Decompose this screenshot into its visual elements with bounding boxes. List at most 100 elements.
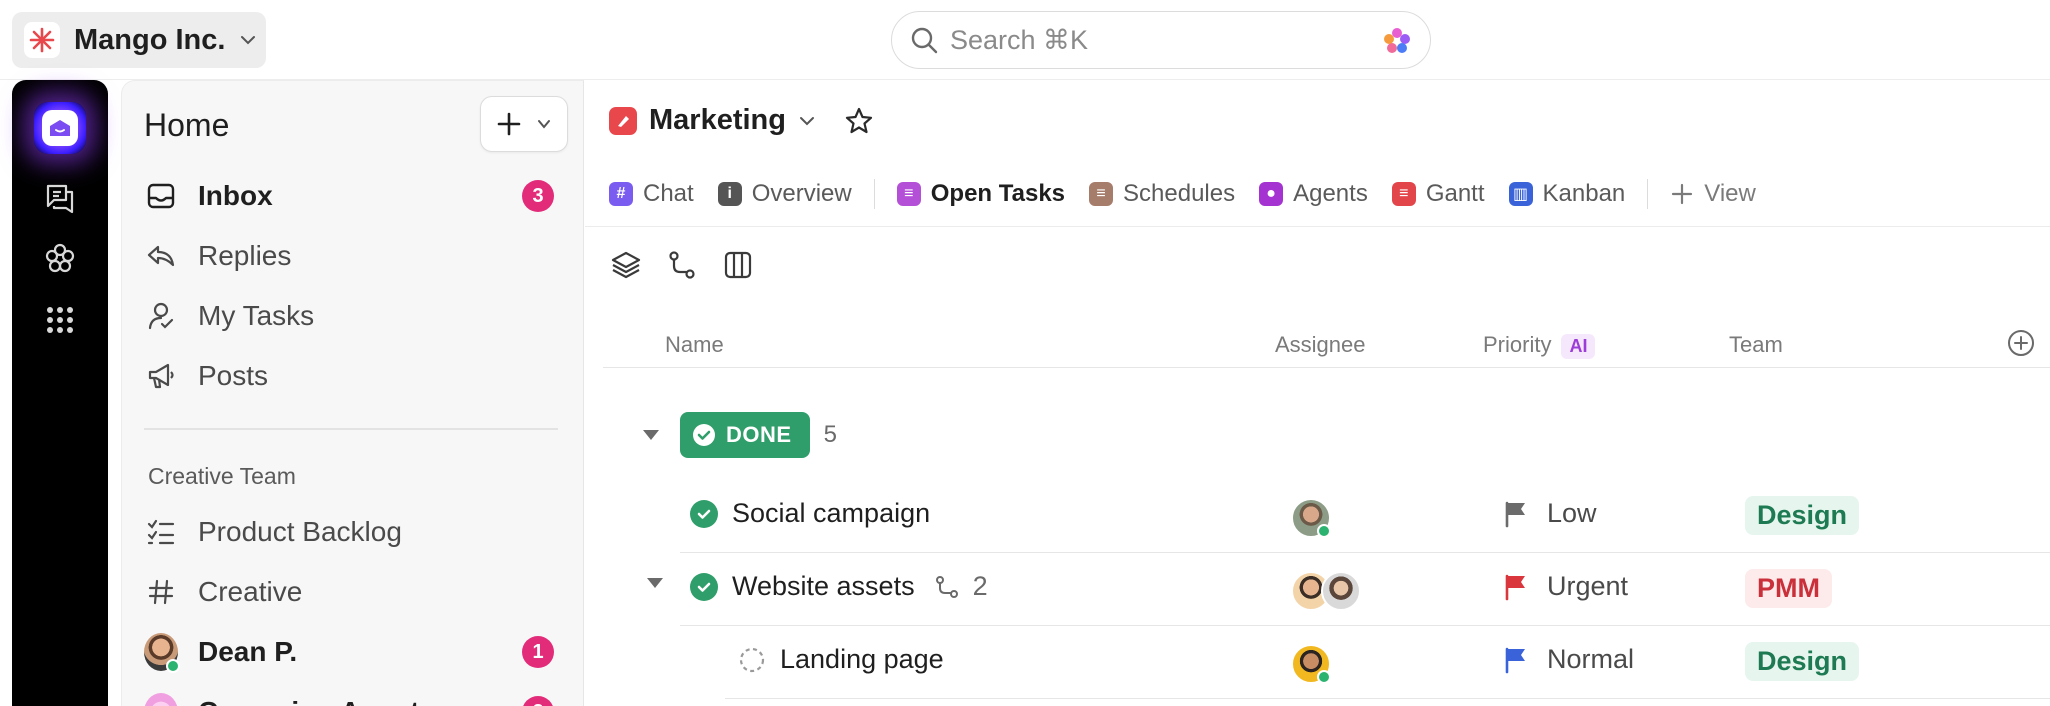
- sidebar-item-my-tasks[interactable]: My Tasks: [144, 293, 554, 339]
- tabs-divider: [585, 226, 2050, 227]
- agents-tab-icon: ●: [1259, 182, 1284, 206]
- table-row[interactable]: Social campaign Low Design: [585, 480, 2050, 552]
- status-group-header[interactable]: DONE 5: [680, 412, 837, 458]
- column-header-priority[interactable]: Priority AI: [1483, 332, 1596, 359]
- workspace-logo-icon: [24, 22, 60, 58]
- sidebar-item-replies[interactable]: Replies: [144, 233, 554, 279]
- unread-count-badge: 3: [522, 180, 554, 212]
- search-icon: [911, 27, 938, 54]
- search-bar[interactable]: Search ⌘K: [891, 11, 1431, 69]
- chevron-down-icon: [241, 36, 256, 45]
- tab-schedules[interactable]: ≡ Schedules: [1089, 180, 1235, 208]
- task-done-icon[interactable]: [690, 572, 718, 601]
- priority-label: Normal: [1547, 644, 1635, 674]
- avatar: [1291, 644, 1331, 684]
- sidebar-item-label: Replies: [198, 240, 292, 271]
- sidebar-item-label: Campaign Agent: [198, 696, 419, 706]
- status-badge: DONE: [680, 412, 810, 458]
- collapse-group-icon[interactable]: [643, 430, 659, 440]
- agent-avatar: [144, 693, 178, 706]
- table-row[interactable]: Landing page Normal Design: [585, 626, 2050, 698]
- apps-grid-icon[interactable]: [42, 302, 78, 338]
- subtasks-icon[interactable]: [665, 248, 699, 282]
- sidebar-item-inbox[interactable]: Inbox 3: [144, 173, 554, 219]
- avatar: [1291, 498, 1331, 538]
- tab-label: Open Tasks: [930, 180, 1066, 207]
- ai-brain-icon[interactable]: [1382, 26, 1412, 56]
- tab-label: View: [1704, 180, 1756, 207]
- priority-cell[interactable]: Urgent: [1503, 571, 1628, 602]
- list-tab-icon: ≡: [896, 182, 921, 206]
- chat-icon[interactable]: [42, 180, 78, 216]
- home-rail-button[interactable]: [34, 102, 86, 154]
- task-open-status-icon[interactable]: [738, 646, 766, 674]
- unread-count-badge: 2: [522, 696, 554, 706]
- sidebar-item-creative[interactable]: Creative: [144, 569, 554, 615]
- subtasks-icon: [935, 575, 958, 598]
- tab-chat[interactable]: # Chat: [609, 180, 694, 208]
- top-bar: Mango Inc. Search ⌘K: [0, 0, 2050, 80]
- tab-kanban[interactable]: ▥ Kanban: [1508, 180, 1625, 208]
- online-status-dot: [1317, 524, 1331, 538]
- sidebar-item-posts[interactable]: Posts: [144, 353, 554, 399]
- tab-open-tasks[interactable]: ≡ Open Tasks: [896, 180, 1066, 208]
- sidebar-item-label: Posts: [198, 360, 269, 391]
- plus-icon: [497, 112, 521, 136]
- inbox-icon: [144, 179, 178, 213]
- task-name-cell[interactable]: Landing page: [738, 644, 944, 675]
- megaphone-icon: [144, 359, 178, 393]
- breadcrumb[interactable]: Marketing: [609, 104, 874, 137]
- add-column-icon[interactable]: [2006, 328, 2036, 358]
- star-icon[interactable]: [844, 106, 874, 136]
- assignee-cell[interactable]: [1291, 644, 1331, 684]
- assignee-cell[interactable]: [1291, 571, 1361, 611]
- sidebar-item-label: Creative: [198, 576, 303, 607]
- sidebar-section-title: Creative Team: [148, 463, 296, 489]
- column-header-assignee[interactable]: Assignee: [1275, 332, 1366, 358]
- tab-gantt[interactable]: ≡ Gantt: [1391, 180, 1485, 208]
- task-done-icon[interactable]: [690, 499, 718, 528]
- team-tag[interactable]: Design: [1745, 642, 1860, 681]
- tab-divider: [873, 179, 875, 209]
- tab-overview[interactable]: i Overview: [717, 180, 852, 208]
- sidebar-title: Home: [144, 107, 230, 143]
- tab-label: Chat: [643, 180, 694, 207]
- team-tag[interactable]: Design: [1745, 496, 1860, 535]
- gantt-tab-icon: ≡: [1391, 182, 1416, 206]
- sidebar-item-label: My Tasks: [198, 300, 315, 331]
- avatar: [144, 633, 180, 673]
- columns-icon[interactable]: [721, 248, 755, 282]
- create-button[interactable]: [480, 96, 568, 152]
- sidebar-item-campaign-agent[interactable]: Campaign Agent 2: [144, 689, 554, 706]
- task-name-cell[interactable]: Website assets 2: [690, 571, 988, 602]
- reply-icon: [144, 239, 178, 273]
- tab-agents[interactable]: ● Agents: [1259, 180, 1368, 208]
- column-header-name[interactable]: Name: [665, 332, 724, 358]
- sidebar-item-dean[interactable]: Dean P. 1: [144, 629, 554, 675]
- sidebar-divider: [144, 428, 558, 430]
- workspace-switcher[interactable]: Mango Inc.: [12, 12, 266, 68]
- team-tag[interactable]: PMM: [1745, 569, 1832, 608]
- search-placeholder: Search ⌘K: [950, 24, 1089, 55]
- task-name-cell[interactable]: Social campaign: [690, 498, 930, 529]
- overview-tab-icon: i: [717, 182, 742, 206]
- layers-icon[interactable]: [609, 248, 643, 282]
- add-view-button[interactable]: View: [1670, 180, 1756, 208]
- tab-divider: [1647, 179, 1649, 209]
- sidebar-item-product-backlog[interactable]: Product Backlog: [144, 509, 554, 555]
- chevron-down-icon[interactable]: [798, 112, 816, 130]
- column-header-team[interactable]: Team: [1729, 332, 1783, 358]
- hash-icon: [144, 575, 178, 609]
- task-name: Social campaign: [732, 498, 931, 528]
- priority-cell[interactable]: Low: [1503, 498, 1597, 529]
- check-circle-icon: [693, 424, 715, 446]
- table-header: Name Assignee Priority AI Team: [603, 326, 2050, 368]
- space-icon: [609, 106, 637, 135]
- column-header-priority-label: Priority: [1483, 332, 1552, 357]
- table-row[interactable]: Website assets 2 Urgent PMM: [585, 553, 2050, 625]
- priority-cell[interactable]: Normal: [1503, 644, 1634, 675]
- priority-label: Low: [1547, 498, 1597, 528]
- view-tabs: # Chat i Overview ≡ Open Tasks ≡ Schedul…: [609, 172, 1780, 216]
- brain-icon[interactable]: [42, 240, 78, 276]
- assignee-cell[interactable]: [1291, 498, 1331, 538]
